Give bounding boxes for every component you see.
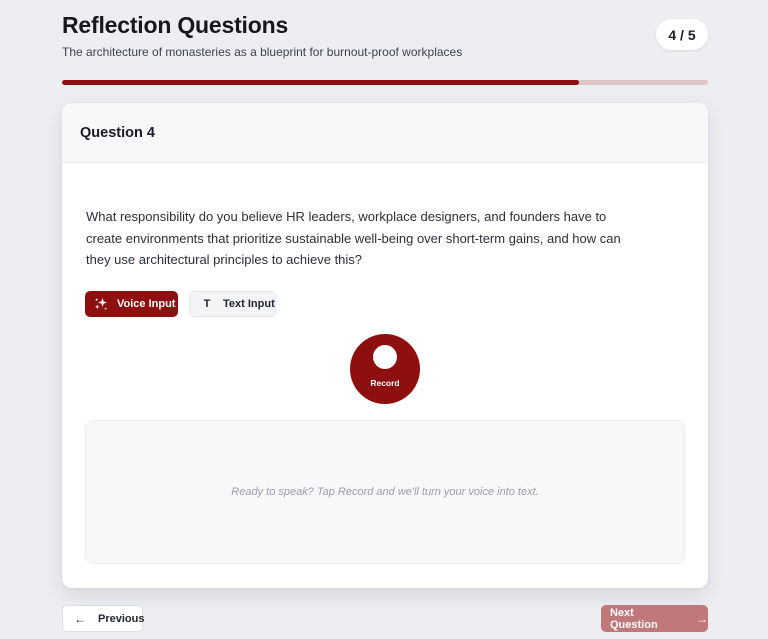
progress-bar xyxy=(62,80,708,85)
previous-button[interactable]: ← Previous xyxy=(62,605,145,632)
progress-bar-fill xyxy=(62,80,579,85)
sparkles-icon xyxy=(94,298,107,310)
next-question-button[interactable]: Next Question → xyxy=(601,605,708,632)
question-heading: Question 4 xyxy=(62,103,708,163)
record-button[interactable]: Record xyxy=(350,334,420,404)
text-input-label: Text Input xyxy=(223,298,275,310)
next-question-label: Next Question xyxy=(610,606,658,631)
page-header: Reflection Questions The architecture of… xyxy=(62,12,708,59)
voice-input-button[interactable]: Voice Input xyxy=(85,291,178,317)
transcript-placeholder: Ready to speak? Tap Record and we'll tur… xyxy=(231,486,539,498)
arrow-right-icon: → xyxy=(696,611,708,626)
text-input-button[interactable]: T Text Input xyxy=(189,291,276,317)
transcript-area[interactable]: Ready to speak? Tap Record and we'll tur… xyxy=(85,420,685,564)
question-card: Question 4 What responsibility do you be… xyxy=(62,103,708,588)
text-icon: T xyxy=(203,298,211,310)
record-icon xyxy=(373,345,397,369)
question-counter: 4 / 5 xyxy=(656,19,708,50)
page-title: Reflection Questions xyxy=(62,12,289,38)
previous-label: Previous xyxy=(98,612,145,625)
arrow-left-icon: ← xyxy=(74,611,86,626)
voice-input-label: Voice Input xyxy=(117,298,176,310)
question-text: What responsibility do you believe HR le… xyxy=(86,209,621,267)
page-subtitle: The architecture of monasteries as a blu… xyxy=(62,45,463,59)
record-label: Record xyxy=(370,378,400,388)
